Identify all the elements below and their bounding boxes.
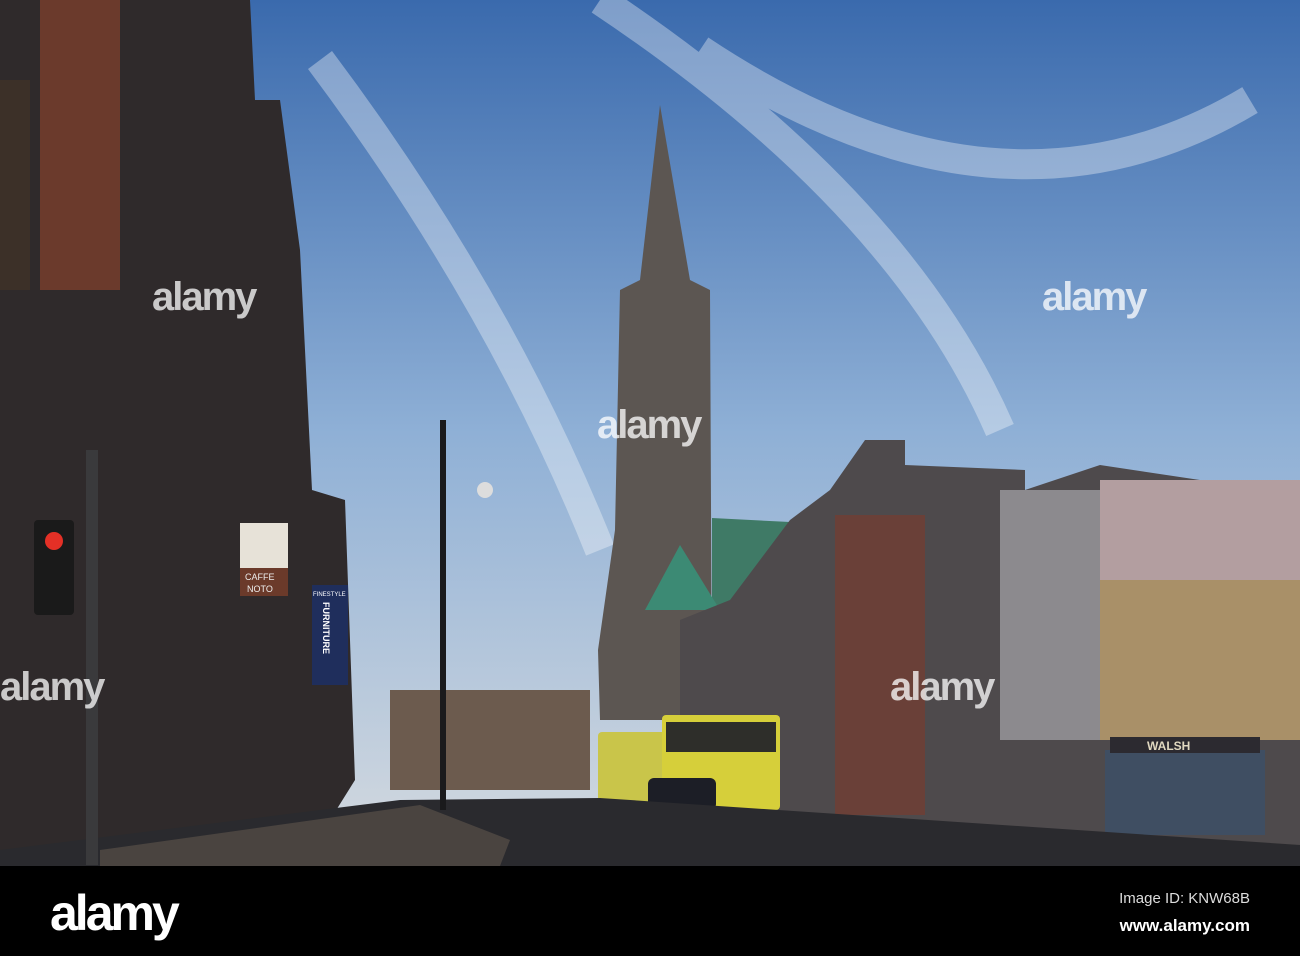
watermark: alamy [1042, 275, 1147, 319]
watermark: alamy [0, 665, 105, 709]
yellow-building [1100, 580, 1300, 740]
cafe-sign-line2: NOTO [247, 584, 273, 594]
furniture-sign-top: FINESTYLE [313, 592, 346, 598]
furniture-sign-vertical: FURNITURE [321, 602, 331, 654]
upper-window [0, 80, 30, 290]
alamy-logo: alamy [50, 885, 180, 941]
distant-buildings [390, 690, 590, 790]
traffic-light-pole [86, 450, 98, 865]
lamp-post [440, 420, 446, 810]
watermark: alamy [152, 275, 257, 319]
white-building [1000, 490, 1100, 740]
brick-facade [40, 0, 120, 290]
cafe-sign-line1: CAFFE [245, 572, 275, 582]
graffiti-wall [1105, 750, 1265, 835]
bus-2-window [666, 722, 776, 752]
stock-photo: WALSH CAFFE NOTO FINESTYLE FURNITURE ala… [0, 0, 1300, 956]
watermark: alamy [890, 665, 995, 709]
red-man-signal [45, 532, 63, 550]
walsh-sign: WALSH [1147, 739, 1190, 753]
watermark: alamy [597, 403, 702, 447]
footer-bar: alamy Image ID: KNW68B www.alamy.com [0, 866, 1300, 956]
site-url: www.alamy.com [1119, 916, 1250, 935]
street-lamp [477, 482, 493, 498]
image-id: Image ID: KNW68B [1119, 890, 1250, 907]
